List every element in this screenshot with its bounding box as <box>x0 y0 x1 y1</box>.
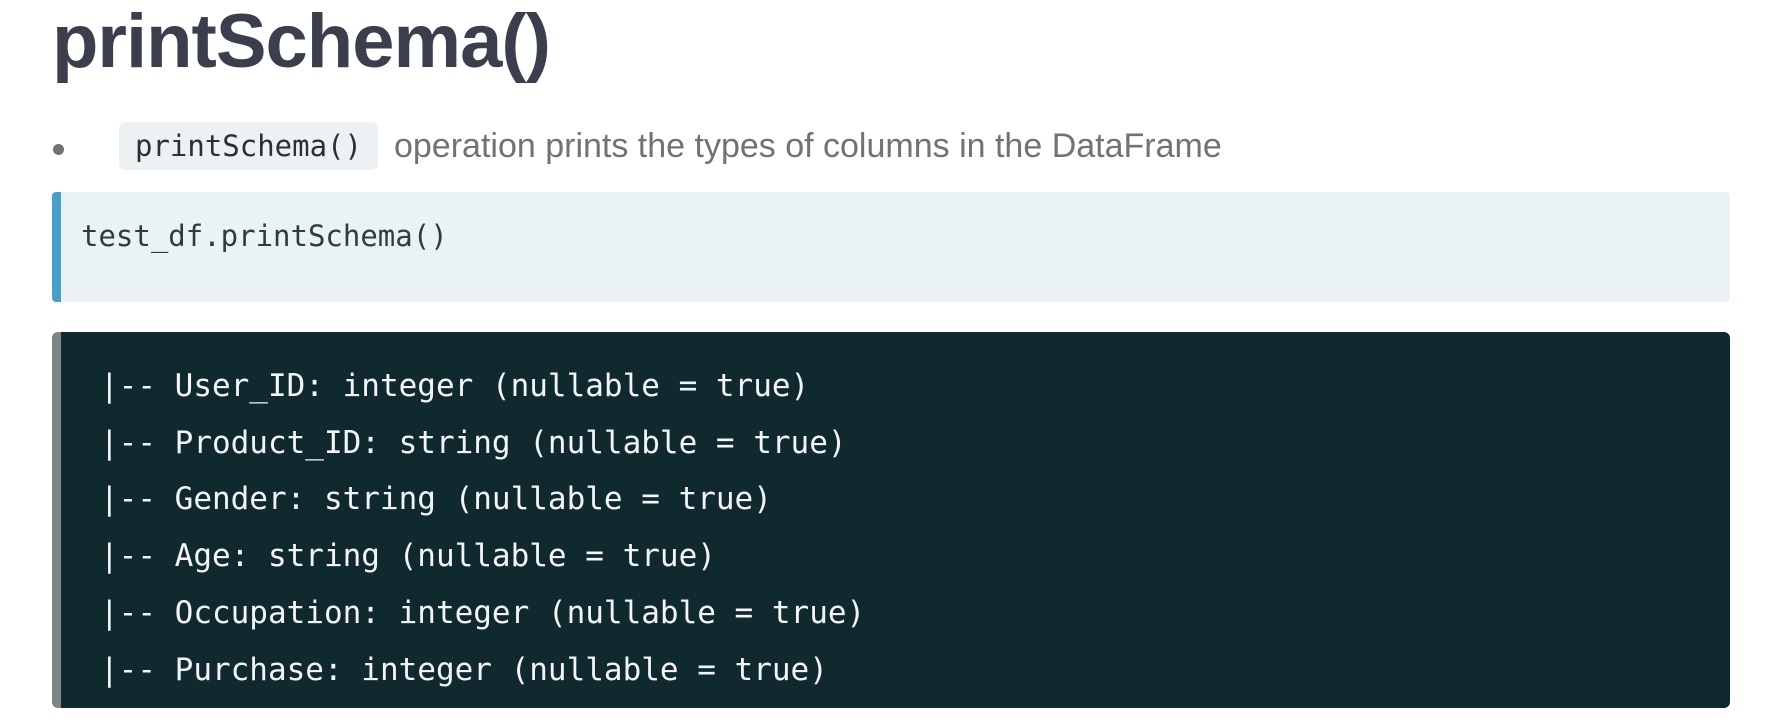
inline-code: printSchema() <box>119 122 378 170</box>
code-input-text: test_df.printSchema() <box>81 219 448 253</box>
bullet-point-icon <box>53 143 64 155</box>
output-line: |-- User_ID: integer (nullable = true) <box>100 368 810 404</box>
code-output-cell: |-- User_ID: integer (nullable = true) |… <box>52 332 1730 708</box>
output-line: |-- Age: string (nullable = true) <box>100 538 716 575</box>
output-line: |-- Gender: string (nullable = true) <box>100 481 772 518</box>
output-line: |-- Occupation: integer (nullable = true… <box>100 594 866 631</box>
bullet-list-item: printSchema() operation prints the types… <box>52 118 1222 174</box>
output-line: |-- Purchase: integer (nullable = true) <box>100 651 828 688</box>
output-line: |-- Product_ID: string (nullable = true) <box>100 424 847 461</box>
page-title: printSchema() <box>52 0 551 84</box>
bullet-text: operation prints the types of columns in… <box>393 126 1222 165</box>
code-input-cell[interactable]: test_df.printSchema() <box>52 192 1730 302</box>
